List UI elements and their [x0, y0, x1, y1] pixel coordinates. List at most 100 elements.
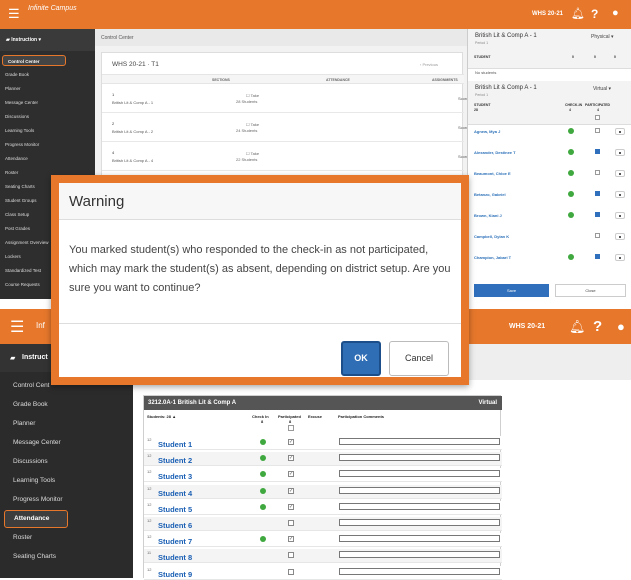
- student-name-link[interactable]: Agnew, Mya J: [474, 129, 500, 134]
- student-name-link[interactable]: Student 9: [158, 570, 192, 579]
- participation-comment-input[interactable]: [339, 551, 500, 559]
- close-button[interactable]: Close: [555, 284, 626, 297]
- student-name-link[interactable]: Student 2: [158, 456, 192, 465]
- physical-mode-select[interactable]: Physical ▾: [591, 34, 614, 40]
- participated-checkbox[interactable]: ✓: [288, 487, 294, 494]
- sidebar-item[interactable]: Message Center: [0, 433, 133, 453]
- cancel-button[interactable]: Cancel: [389, 341, 449, 376]
- participated-checkbox[interactable]: [595, 254, 600, 259]
- participation-comment-input[interactable]: [339, 454, 500, 462]
- participated-checkbox[interactable]: ✓: [288, 439, 294, 445]
- student-name-link[interactable]: Beaumont, Chloe E: [474, 171, 511, 176]
- school-year-label[interactable]: WHS 20-21: [509, 323, 545, 330]
- hamburger-menu-icon[interactable]: ☰: [10, 317, 24, 337]
- take-attendance-link[interactable]: ☐ Take: [246, 122, 259, 127]
- virtual-col-student: STUDENT: [474, 103, 491, 107]
- sidebar-item[interactable]: Message Center: [0, 97, 95, 108]
- section-row[interactable]: 1 British Lit & Comp A - 1 ☐ Take 28 Studen…: [102, 85, 468, 113]
- participated-checkbox[interactable]: [595, 149, 600, 154]
- sidebar-item[interactable]: Roster: [0, 528, 133, 548]
- sidebar-item[interactable]: Attendance: [0, 153, 95, 164]
- virtual-mode-select[interactable]: Virtual ▾: [593, 86, 611, 92]
- section-row[interactable]: 2 British Lit & Comp A - 2 ☐ Take 24 Studen…: [102, 114, 468, 142]
- sidebar-item[interactable]: Learning Tools: [0, 471, 133, 491]
- participated-checkbox[interactable]: [288, 552, 294, 559]
- participated-checkbox[interactable]: ✓: [288, 503, 294, 510]
- student-name-link[interactable]: Campbell, Dylan K: [474, 234, 509, 239]
- sidebar-item[interactable]: Control Center: [2, 55, 66, 66]
- participated-checkbox[interactable]: [595, 212, 600, 217]
- participated-checkbox[interactable]: [595, 128, 600, 133]
- school-year-label[interactable]: WHS 20-21: [532, 11, 563, 17]
- participation-comment-input[interactable]: [339, 470, 500, 478]
- comment-icon[interactable]: [615, 233, 625, 240]
- student-name-link[interactable]: Student 3: [158, 472, 192, 481]
- participation-comment-input[interactable]: [339, 519, 500, 526]
- comment-icon[interactable]: [615, 191, 625, 198]
- participation-comment-input[interactable]: [339, 535, 500, 543]
- participation-comment-input[interactable]: [339, 567, 500, 575]
- student-name-link[interactable]: Alexander, Destinee T: [474, 150, 516, 155]
- comment-icon[interactable]: [615, 149, 625, 156]
- participation-comment-input[interactable]: [339, 502, 500, 510]
- participated-checkbox[interactable]: [595, 191, 600, 196]
- student-name-link[interactable]: Student 5: [158, 505, 192, 514]
- student-name-link[interactable]: Champion, Jabari T: [474, 255, 511, 260]
- select-all-participated-checkbox[interactable]: [288, 425, 294, 431]
- student-name-link[interactable]: Brown, Kiani J: [474, 213, 502, 218]
- student-name-link[interactable]: Student 6: [158, 521, 192, 530]
- ok-button[interactable]: OK: [341, 341, 381, 376]
- question-icon[interactable]: ?: [591, 7, 598, 21]
- comment-icon[interactable]: [615, 254, 625, 261]
- user-icon[interactable]: ●: [612, 7, 619, 19]
- participated-checkbox[interactable]: [288, 568, 294, 575]
- sidebar-item[interactable]: Learning Tools: [0, 125, 95, 136]
- virtual-col-checkin: CHECK-IN: [565, 103, 583, 107]
- participated-checkbox[interactable]: ✓: [288, 536, 294, 543]
- bell-icon[interactable]: 🔔︎: [569, 319, 586, 335]
- student-name-link[interactable]: Student 1: [158, 440, 192, 449]
- user-icon[interactable]: ●: [617, 319, 625, 334]
- sidebar-item[interactable]: Seating Charts: [0, 547, 133, 567]
- take-attendance-link[interactable]: ☐ Take: [246, 151, 259, 156]
- comment-icon[interactable]: [615, 128, 625, 135]
- participation-comment-input[interactable]: [339, 486, 500, 494]
- sidebar-item[interactable]: Grade Book: [0, 69, 95, 80]
- virtual-participated-count: 4: [597, 108, 599, 112]
- previous-link[interactable]: ‹ Previous: [420, 62, 438, 67]
- sidebar-item[interactable]: Discussions: [0, 452, 133, 472]
- section-row[interactable]: 4 British Lit & Comp A - 4 ☐ Take 22 Studen…: [102, 143, 468, 171]
- participated-checkbox[interactable]: ✓: [288, 455, 294, 462]
- hamburger-menu-icon[interactable]: ☰: [8, 6, 20, 22]
- select-all-checkbox[interactable]: [595, 115, 600, 120]
- sidebar-header[interactable]: ▰ Instruction ▾: [0, 29, 95, 51]
- physical-col-count: 0: [572, 55, 574, 59]
- question-icon[interactable]: ?: [593, 318, 602, 335]
- sidebar-item[interactable]: Planner: [0, 414, 133, 434]
- comment-icon[interactable]: [615, 170, 625, 177]
- student-name-link[interactable]: Betanzo, Gabriel: [474, 192, 506, 197]
- student-name-link[interactable]: Student 8: [158, 553, 192, 562]
- students-count-header[interactable]: Students: 28 ▲: [147, 414, 176, 419]
- comment-icon[interactable]: [615, 212, 625, 219]
- bell-icon[interactable]: 🔔︎: [571, 7, 585, 20]
- sidebar-item[interactable]: Progress Monitor: [0, 490, 133, 510]
- save-button[interactable]: Save: [474, 284, 549, 297]
- check-circle-icon: [568, 170, 574, 176]
- sidebar-item[interactable]: Progress Monitor: [0, 139, 95, 150]
- check-circle-icon: [568, 212, 574, 218]
- participated-checkbox[interactable]: [595, 233, 600, 238]
- take-attendance-link[interactable]: ☐ Take: [246, 93, 259, 98]
- sidebar-item[interactable]: Discussions: [0, 111, 95, 122]
- sidebar-item[interactable]: Planner: [0, 83, 95, 94]
- participated-checkbox[interactable]: [595, 170, 600, 175]
- table-row: 12 Student 5 ✓: [144, 500, 502, 515]
- student-name-link[interactable]: Student 7: [158, 537, 192, 546]
- student-name-link[interactable]: Student 4: [158, 489, 192, 498]
- participated-checkbox[interactable]: ✓: [288, 471, 294, 478]
- participation-comment-input[interactable]: [339, 438, 500, 445]
- participated-checkbox[interactable]: [288, 520, 294, 526]
- sidebar-item[interactable]: Grade Book: [0, 395, 133, 415]
- sidebar-item[interactable]: Attendance: [4, 510, 68, 528]
- col-assignments: ASSIGNMENTS: [432, 78, 458, 82]
